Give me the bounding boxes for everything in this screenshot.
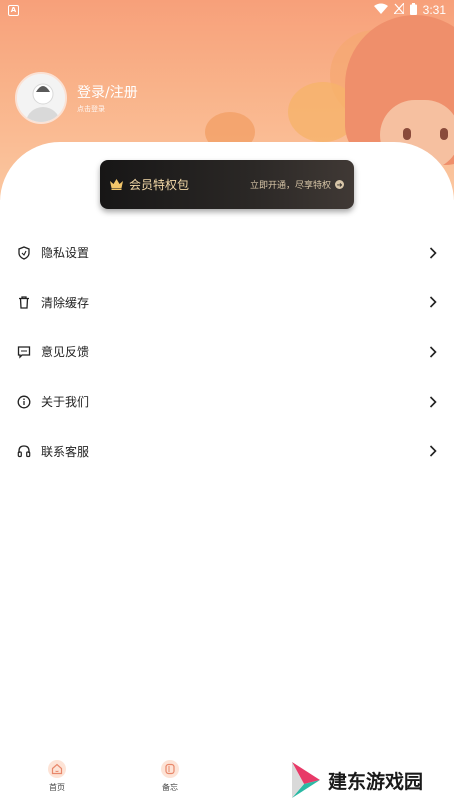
menu-item-label: 意见反馈 bbox=[41, 345, 90, 360]
chevron-right-icon bbox=[428, 247, 438, 259]
message-icon bbox=[17, 345, 31, 359]
mascot-eye bbox=[440, 128, 448, 140]
login-register-link[interactable]: 登录/注册 bbox=[77, 82, 138, 102]
menu-item-label: 清除缓存 bbox=[41, 295, 90, 310]
a-icon: A bbox=[8, 4, 19, 16]
vip-banner[interactable]: 会员特权包 立即开通，尽享特权 ➜ bbox=[100, 160, 354, 209]
chevron-right-icon bbox=[428, 296, 438, 308]
mascot-eye bbox=[403, 128, 411, 140]
battery-icon bbox=[409, 2, 417, 18]
nav-tab-home[interactable]: 首页 bbox=[37, 752, 77, 793]
menu-item-label: 隐私设置 bbox=[41, 246, 90, 261]
nav-tab-label: 首页 bbox=[49, 783, 65, 792]
info-icon bbox=[17, 395, 31, 409]
avatar[interactable] bbox=[15, 72, 67, 124]
status-bar: A 3:31 bbox=[0, 0, 454, 20]
nav-tab-label: 备忘 bbox=[162, 783, 178, 792]
shield-icon bbox=[17, 246, 31, 260]
arrow-right-circle-icon: ➜ bbox=[335, 180, 344, 189]
chevron-right-icon bbox=[428, 396, 438, 408]
menu-item-privacy-settings[interactable]: 隐私设置 bbox=[0, 228, 454, 278]
vip-title: 会员特权包 bbox=[129, 178, 190, 192]
menu-item-about-us[interactable]: 关于我们 bbox=[0, 377, 454, 427]
watermark-text: 建东游戏园 bbox=[328, 770, 424, 793]
no-signal-icon bbox=[392, 1, 405, 17]
menu-item-clear-cache[interactable]: 清除缓存 bbox=[0, 278, 454, 328]
vip-cta-label: 立即开通，尽享特权 bbox=[249, 181, 331, 191]
play-arrow-logo-icon bbox=[292, 762, 320, 798]
wifi-icon bbox=[373, 3, 388, 17]
headset-icon bbox=[17, 444, 31, 458]
login-hint: 点击登录 bbox=[77, 105, 105, 113]
clock: 3:31 bbox=[422, 3, 446, 17]
vip-open-button[interactable]: 立即开通，尽享特权 ➜ bbox=[250, 178, 344, 191]
crown-icon bbox=[110, 175, 123, 194]
menu-item-feedback[interactable]: 意见反馈 bbox=[0, 327, 454, 377]
trash-icon bbox=[17, 295, 31, 310]
watermark-logo: 建东游戏园 bbox=[290, 760, 423, 800]
nav-tab-memo[interactable]: 备忘 bbox=[150, 752, 190, 793]
home-icon bbox=[48, 760, 66, 778]
menu-item-label: 关于我们 bbox=[41, 395, 90, 410]
settings-menu: 隐私设置 清除缓存 意见反馈 关于我们 联系客服 bbox=[0, 228, 454, 476]
chevron-right-icon bbox=[428, 445, 438, 457]
chevron-right-icon bbox=[428, 346, 438, 358]
menu-item-contact-service[interactable]: 联系客服 bbox=[0, 426, 454, 476]
menu-item-label: 联系客服 bbox=[41, 444, 90, 459]
memo-icon bbox=[161, 760, 179, 778]
